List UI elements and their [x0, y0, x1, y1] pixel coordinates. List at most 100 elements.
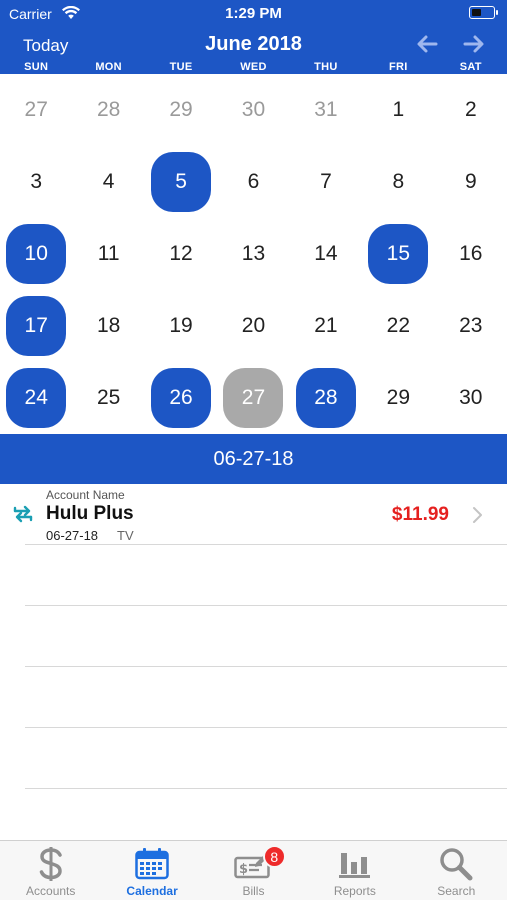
calendar-day[interactable]: 1 — [368, 80, 428, 140]
tab-reports[interactable]: Reports — [304, 841, 405, 900]
calendar-cell[interactable]: 29 — [362, 362, 434, 434]
calendar-cell[interactable]: 30 — [435, 362, 507, 434]
calendar-cell[interactable]: 21 — [290, 290, 362, 362]
calendar-cell[interactable]: 29 — [145, 74, 217, 146]
calendar-cell[interactable]: 8 — [362, 146, 434, 218]
calendar-day[interactable]: 27 — [6, 80, 66, 140]
bill-day[interactable]: 10 — [6, 224, 67, 284]
calendar-cell[interactable]: 10 — [0, 218, 72, 290]
tab-accounts[interactable]: Accounts — [0, 841, 101, 900]
repeat-icon — [13, 505, 33, 523]
calendar-day[interactable]: 29 — [368, 368, 428, 428]
calendar-cell[interactable]: 7 — [290, 146, 362, 218]
weekday-label: WED — [240, 61, 267, 73]
calendar-cell[interactable]: 12 — [145, 218, 217, 290]
list-divider — [25, 727, 507, 728]
transaction-category: TV — [117, 528, 134, 543]
calendar-day[interactable]: 19 — [151, 296, 211, 356]
next-month-arrow-icon[interactable] — [463, 34, 485, 54]
tab-calendar[interactable]: Calendar — [101, 841, 202, 900]
calendar-day[interactable]: 23 — [441, 296, 501, 356]
calendar-day[interactable]: 7 — [296, 152, 356, 212]
calendar-day[interactable]: 18 — [79, 296, 139, 356]
bill-day[interactable]: 28 — [295, 368, 356, 428]
calendar-cell[interactable]: 30 — [217, 74, 289, 146]
bill-day[interactable]: 26 — [151, 368, 212, 428]
weekday-label: SUN — [24, 61, 49, 73]
tab-label: Calendar — [126, 884, 178, 898]
calendar-header: Carrier 1:29 PM Today June 2018 SUN MON … — [0, 0, 507, 74]
calendar-day[interactable]: 13 — [223, 224, 283, 284]
calendar-cell[interactable]: 3 — [0, 146, 72, 218]
calendar-cell[interactable]: 14 — [290, 218, 362, 290]
chevron-right-icon — [473, 507, 482, 523]
calendar-day[interactable]: 12 — [151, 224, 211, 284]
calendar-day[interactable]: 9 — [441, 152, 501, 212]
calendar-day[interactable]: 8 — [368, 152, 428, 212]
bill-day[interactable]: 24 — [6, 368, 67, 428]
calendar-cell[interactable]: 31 — [290, 74, 362, 146]
calendar-cell[interactable]: 25 — [72, 362, 144, 434]
calendar-day[interactable]: 21 — [296, 296, 356, 356]
calendar-day[interactable]: 30 — [223, 80, 283, 140]
transaction-amount: $11.99 — [391, 504, 449, 525]
calendar-cell[interactable]: 1 — [362, 74, 434, 146]
weekday-label: TUE — [169, 61, 193, 73]
weekday-header: SUN MON TUE WED THU FRI SAT — [0, 61, 507, 74]
calendar-day[interactable]: 28 — [79, 80, 139, 140]
selected-date-bar: 06-27-18 — [0, 434, 507, 484]
calendar-cell[interactable]: 11 — [72, 218, 144, 290]
calendar-cell[interactable]: 20 — [217, 290, 289, 362]
calendar-cell[interactable]: 22 — [362, 290, 434, 362]
calendar-day[interactable]: 25 — [79, 368, 139, 428]
calendar-cell[interactable]: 27 — [217, 362, 289, 434]
calendar-cell[interactable]: 19 — [145, 290, 217, 362]
previous-month-arrow-icon[interactable] — [416, 34, 438, 54]
calendar-cell[interactable]: 17 — [0, 290, 72, 362]
bills-badge: 8 — [262, 845, 286, 868]
calendar-cell[interactable]: 13 — [217, 218, 289, 290]
weekday-label: MON — [95, 61, 122, 73]
bill-day[interactable]: 17 — [6, 296, 67, 356]
calendar-day[interactable]: 22 — [368, 296, 428, 356]
list-divider — [25, 788, 507, 789]
calendar-cell[interactable]: 16 — [435, 218, 507, 290]
calendar-cell[interactable]: 6 — [217, 146, 289, 218]
calendar-cell[interactable]: 4 — [72, 146, 144, 218]
list-divider — [25, 666, 507, 667]
tab-search[interactable]: Search — [406, 841, 507, 900]
dollar-icon — [31, 845, 71, 883]
calendar-day[interactable]: 3 — [6, 152, 66, 212]
bill-day[interactable]: 15 — [368, 224, 429, 284]
bill-day[interactable]: 5 — [151, 152, 212, 212]
calendar-cell[interactable]: 23 — [435, 290, 507, 362]
calendar-cell[interactable]: 28 — [72, 74, 144, 146]
calendar-day[interactable]: 31 — [296, 80, 356, 140]
tab-label: Accounts — [26, 884, 76, 898]
selected-day[interactable]: 27 — [223, 368, 284, 428]
calendar-day[interactable]: 2 — [441, 80, 501, 140]
tab-bills[interactable]: $ 8 Bills — [203, 841, 304, 900]
calendar-cell[interactable]: 18 — [72, 290, 144, 362]
calendar-day[interactable]: 4 — [79, 152, 139, 212]
calendar-day[interactable]: 29 — [151, 80, 211, 140]
calendar-day[interactable]: 6 — [223, 152, 283, 212]
calendar-day[interactable]: 14 — [296, 224, 356, 284]
calendar-day[interactable]: 20 — [223, 296, 283, 356]
transaction-row[interactable]: Account Name Hulu Plus 06-27-18 TV $11.9… — [0, 484, 507, 544]
list-divider — [25, 544, 507, 545]
calendar-day[interactable]: 11 — [79, 224, 139, 284]
calendar-cell[interactable]: 2 — [435, 74, 507, 146]
calendar-cell[interactable]: 15 — [362, 218, 434, 290]
calendar-day[interactable]: 16 — [441, 224, 501, 284]
calendar-cell[interactable]: 24 — [0, 362, 72, 434]
calendar-day[interactable]: 30 — [441, 368, 501, 428]
calendar-cell[interactable]: 9 — [435, 146, 507, 218]
calendar-cell[interactable]: 26 — [145, 362, 217, 434]
tab-label: Bills — [242, 884, 265, 898]
list-divider — [25, 605, 507, 606]
calendar-cell[interactable]: 27 — [0, 74, 72, 146]
calendar-cell[interactable]: 5 — [145, 146, 217, 218]
calendar-cell[interactable]: 28 — [290, 362, 362, 434]
battery-icon — [469, 6, 498, 19]
